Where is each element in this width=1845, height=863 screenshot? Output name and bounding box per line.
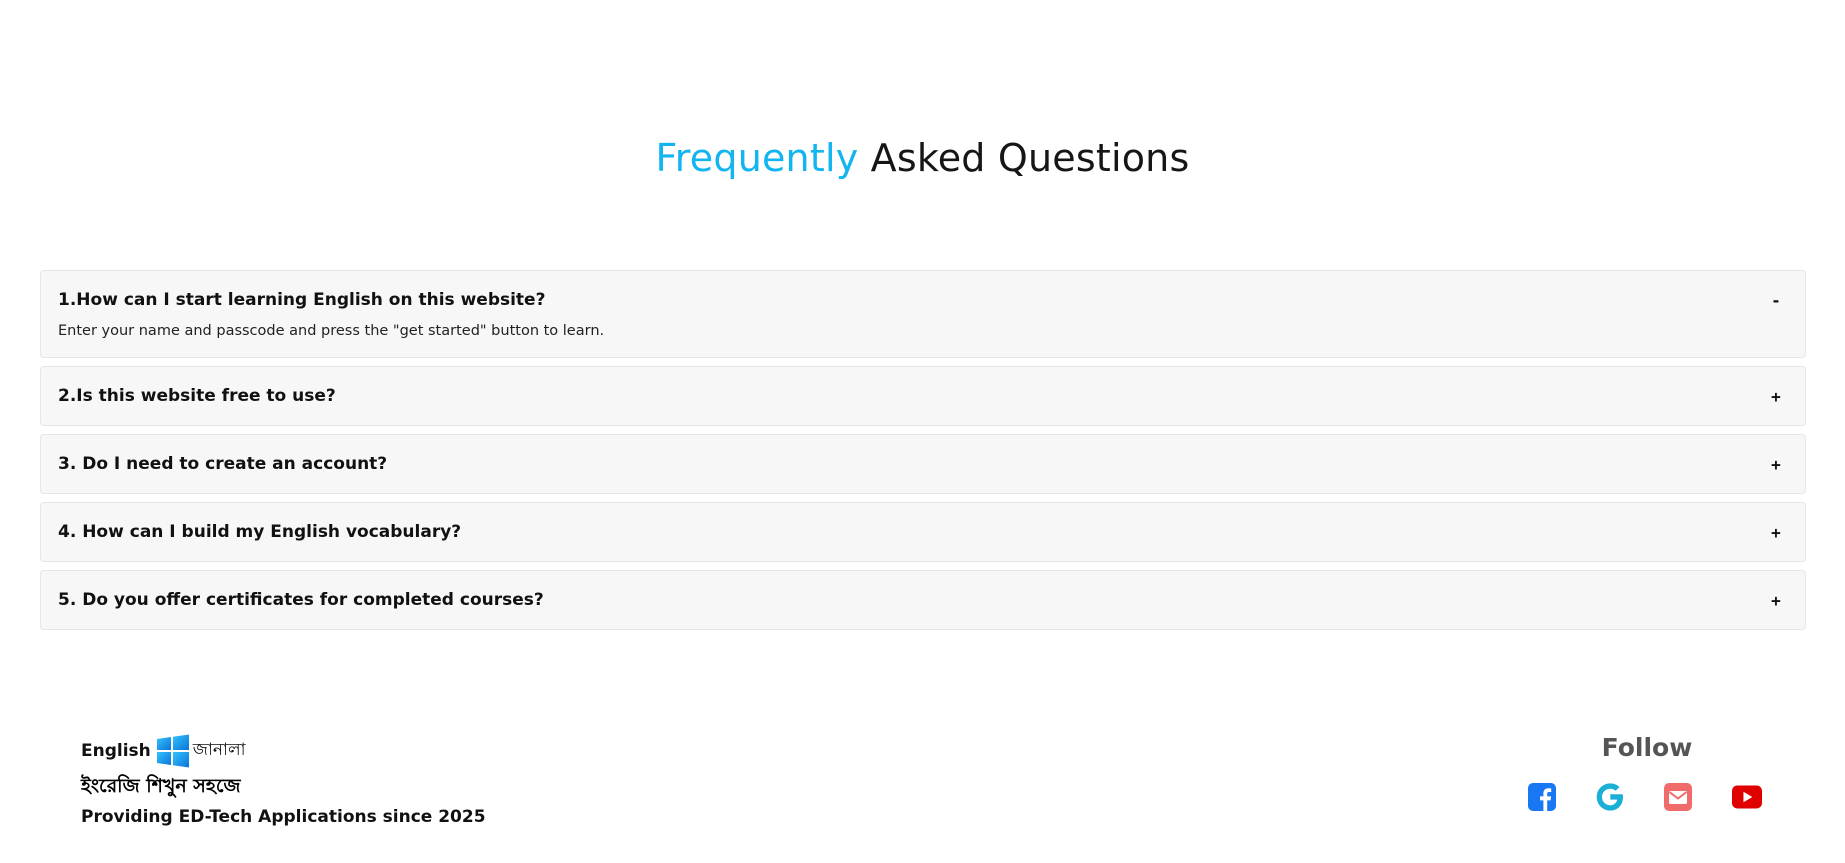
expand-icon[interactable]: + [1766, 455, 1786, 474]
brand-logo-row: English জানালা [81, 733, 486, 769]
tagline-bangla: ইংরেজি শিখুন সহজে [81, 775, 241, 797]
facebook-icon[interactable] [1527, 782, 1557, 812]
google-icon[interactable] [1595, 782, 1625, 812]
footer-brand: English জানালা ইংরেজি শিখুন সহজে Providi… [81, 733, 486, 827]
faq-item-3: 3. Do I need to create an account? + [40, 434, 1806, 494]
faq-item-5: 5. Do you offer certificates for complet… [40, 570, 1806, 630]
faq-question-header[interactable]: 5. Do you offer certificates for complet… [41, 571, 1805, 629]
faq-question-header[interactable]: 4. How can I build my English vocabulary… [41, 503, 1805, 561]
faq-question-text: 2.Is this website free to use? [58, 386, 336, 406]
faq-list: 1.How can I start learning English on th… [40, 270, 1806, 638]
page: Frequently Asked Questions 1.How can I s… [0, 0, 1845, 863]
collapse-icon[interactable]: - [1766, 291, 1786, 310]
brand-name-english: English [81, 741, 151, 761]
faq-title-accent: Frequently [655, 136, 859, 180]
faq-question-text: 4. How can I build my English vocabulary… [58, 522, 462, 542]
expand-icon[interactable]: + [1766, 591, 1786, 610]
faq-question-header[interactable]: 2.Is this website free to use? + [41, 367, 1805, 425]
tagline-english: Providing ED-Tech Applications since 202… [81, 807, 486, 827]
brand-name-bangla: জানালা [192, 740, 246, 760]
window-logo-icon [156, 734, 190, 768]
expand-icon[interactable]: + [1766, 523, 1786, 542]
follow-title: Follow [1601, 733, 1693, 762]
faq-title: Frequently Asked Questions [0, 136, 1845, 180]
follow-section: Follow [1500, 733, 1800, 811]
email-icon[interactable] [1663, 782, 1693, 812]
faq-question-text: 3. Do I need to create an account? [58, 454, 388, 474]
faq-item-4: 4. How can I build my English vocabulary… [40, 502, 1806, 562]
faq-question-header[interactable]: 1.How can I start learning English on th… [41, 271, 1805, 327]
youtube-icon[interactable] [1732, 782, 1762, 812]
faq-question-text: 5. Do you offer certificates for complet… [58, 590, 544, 610]
faq-title-rest: Asked Questions [870, 136, 1190, 180]
faq-item-2: 2.Is this website free to use? + [40, 366, 1806, 426]
faq-answer-text: Enter your name and passcode and press t… [58, 323, 605, 339]
faq-question-text: 1.How can I start learning English on th… [58, 290, 546, 310]
faq-item-1: 1.How can I start learning English on th… [40, 270, 1806, 358]
faq-question-header[interactable]: 3. Do I need to create an account? + [41, 435, 1805, 493]
expand-icon[interactable]: + [1766, 387, 1786, 406]
